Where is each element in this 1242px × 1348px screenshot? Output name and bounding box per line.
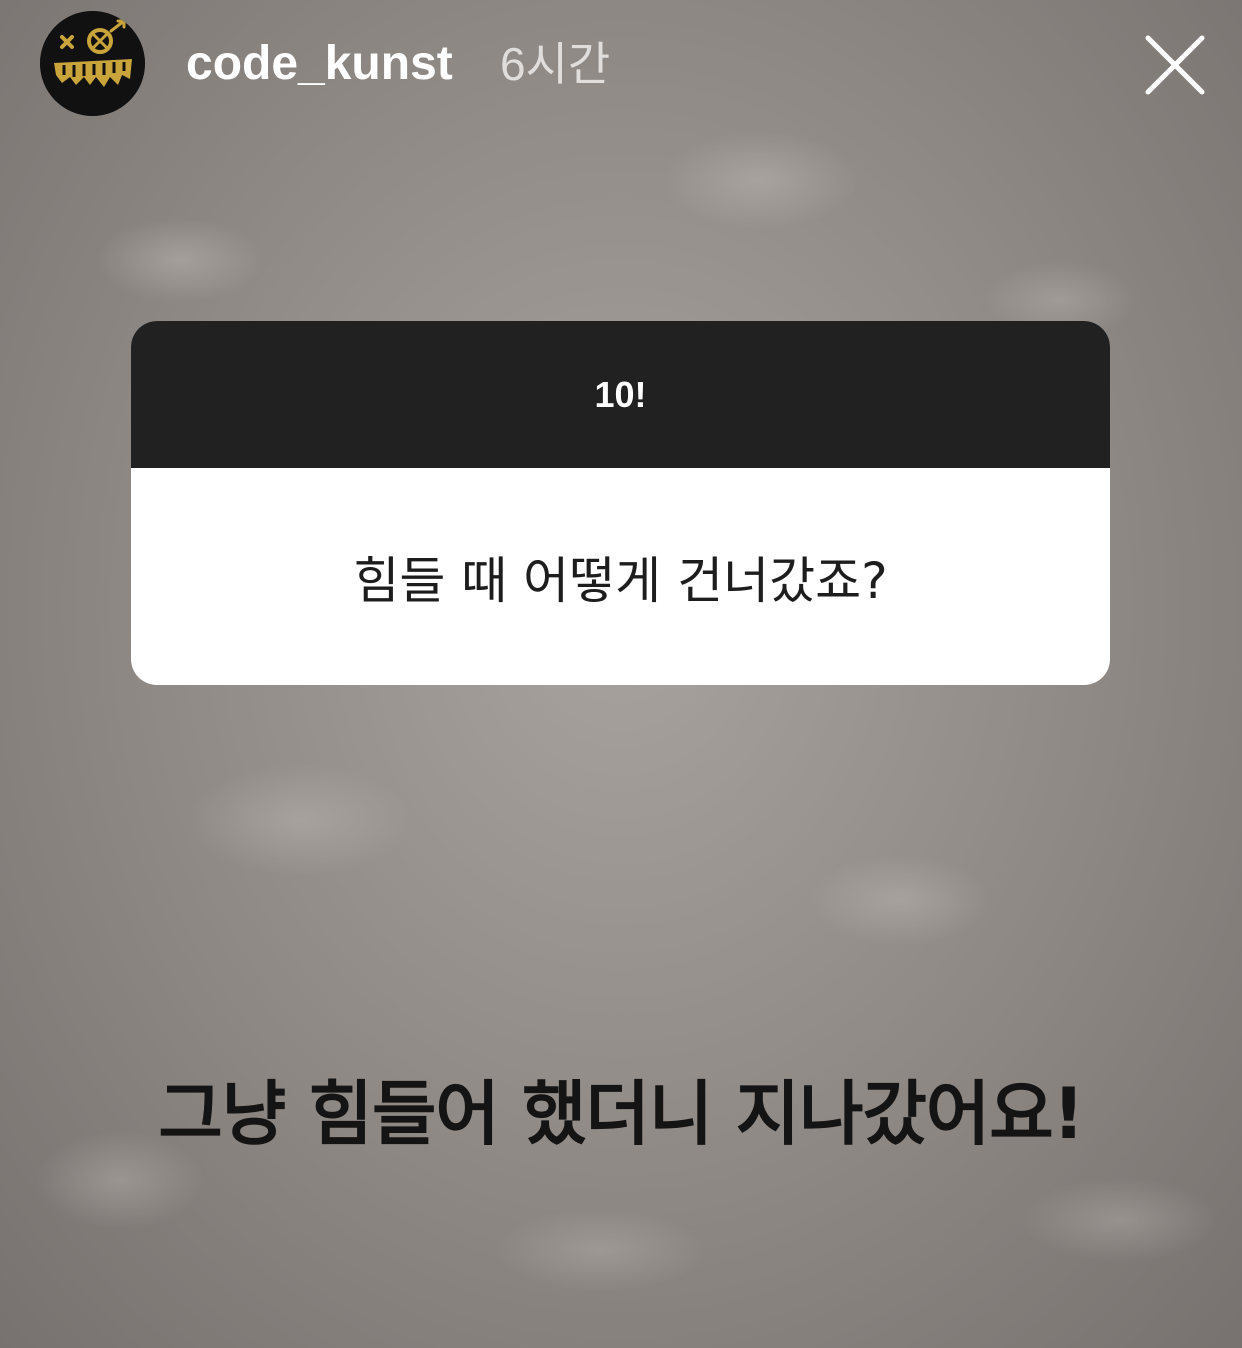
code-kunst-logo-icon xyxy=(40,11,145,116)
username[interactable]: code_kunst xyxy=(186,36,453,92)
story-header: code_kunst 6시간 xyxy=(0,0,1242,130)
question-sticker-title: 10! xyxy=(594,373,647,415)
question-sticker-body: 힘들 때 어떻게 건너갔죠? xyxy=(131,468,1110,685)
answer-text: 그냥 힘들어 했더니 지나갔어요! xyxy=(158,1073,1084,1155)
close-icon xyxy=(1145,35,1205,95)
question-sticker: 10! 힘들 때 어떻게 건너갔죠? xyxy=(131,321,1110,685)
post-time: 6시간 xyxy=(500,38,611,90)
close-button[interactable] xyxy=(1140,30,1210,100)
question-text: 힘들 때 어떻게 건너갔죠? xyxy=(353,551,888,610)
profile-avatar[interactable] xyxy=(40,11,145,116)
question-sticker-header: 10! xyxy=(131,321,1110,468)
